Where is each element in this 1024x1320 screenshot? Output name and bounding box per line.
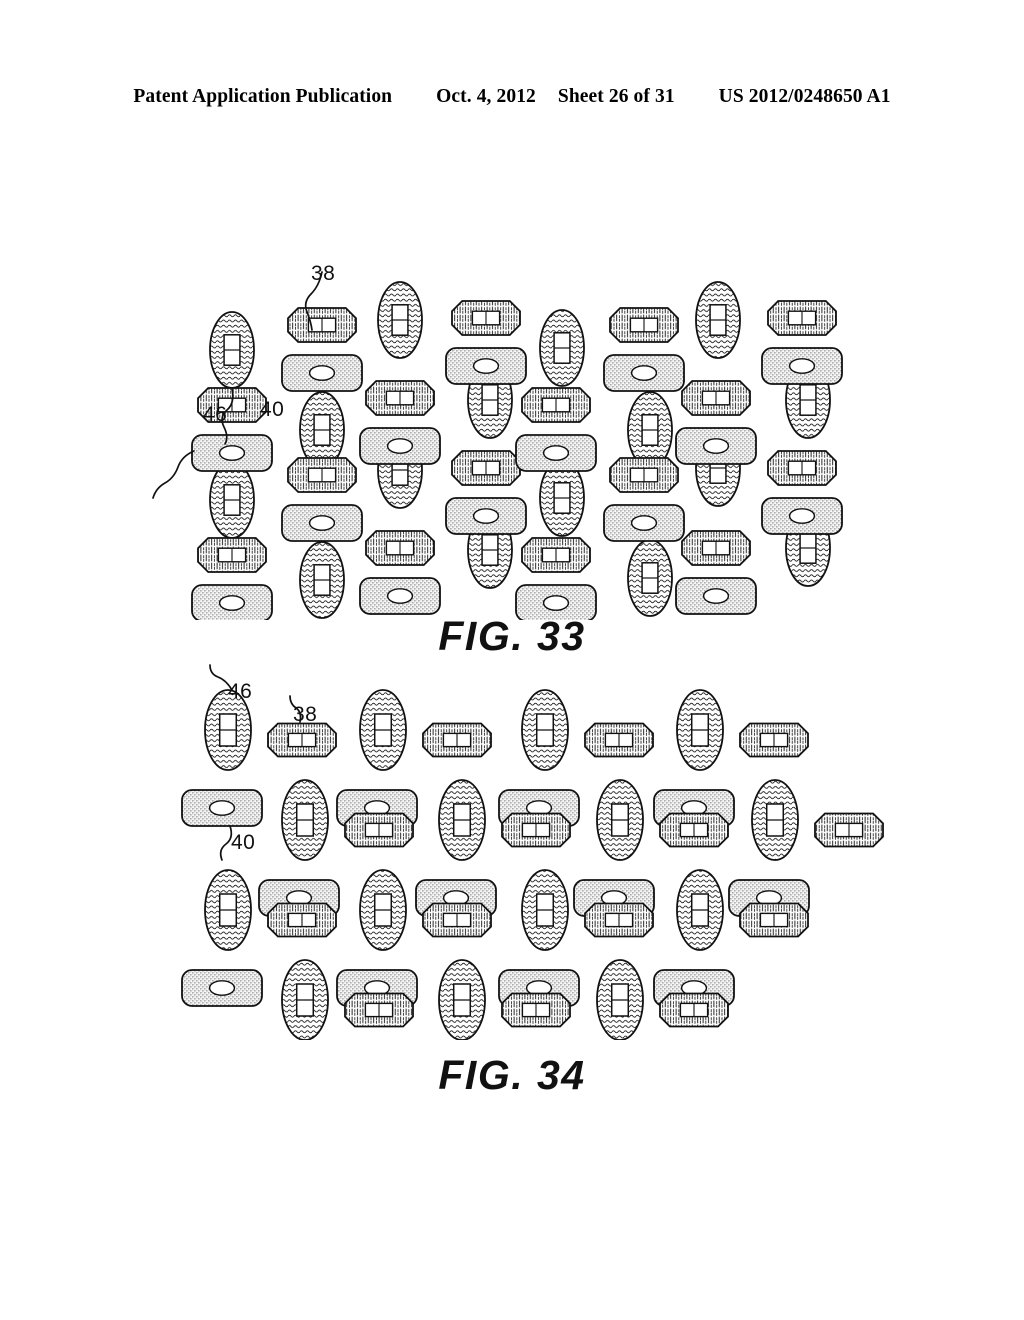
figure-33-shape-group: [191, 281, 843, 620]
matrix-element-38: [814, 812, 884, 848]
matrix-element-38: [501, 812, 571, 848]
matrix-element-40: [515, 434, 597, 472]
matrix-element-38: [767, 450, 837, 486]
matrix-element-38: [287, 307, 357, 343]
fiber-element-46: [204, 869, 252, 951]
reference-label-46-fig33: 46: [203, 403, 228, 426]
matrix-element-38: [659, 992, 729, 1028]
matrix-element-38: [422, 722, 492, 758]
fiber-element-46: [596, 959, 644, 1040]
matrix-element-38: [521, 387, 591, 423]
header-sheet: Sheet 26 of 31: [557, 86, 675, 107]
matrix-element-38: [659, 812, 729, 848]
figure-33-caption: FIG. 33: [438, 613, 586, 659]
fiber-element-46: [676, 689, 724, 771]
fiber-element-46: [751, 779, 799, 861]
header-document-number: US 2012/0248650 A1: [718, 86, 891, 107]
matrix-element-38: [451, 450, 521, 486]
matrix-element-40: [761, 497, 843, 535]
matrix-element-38: [681, 530, 751, 566]
matrix-element-38: [451, 300, 521, 336]
figure-33-drawing: [0, 230, 1024, 620]
matrix-element-38: [584, 722, 654, 758]
matrix-element-38: [365, 530, 435, 566]
figure-34-shape-group: [181, 689, 884, 1040]
matrix-element-38: [739, 722, 809, 758]
figure-34-drawing: [0, 660, 1024, 1040]
fiber-element-46: [359, 869, 407, 951]
fiber-element-46: [209, 461, 255, 539]
matrix-element-40: [181, 969, 263, 1007]
reference-label-38-fig33: 38: [311, 262, 336, 285]
matrix-element-38: [344, 812, 414, 848]
fiber-element-46: [695, 281, 741, 359]
matrix-element-40: [445, 497, 527, 535]
fiber-element-46: [281, 959, 329, 1040]
fiber-element-46: [596, 779, 644, 861]
header-publication: Patent Application Publication: [133, 86, 393, 107]
figure-34-caption: FIG. 34: [438, 1052, 586, 1098]
matrix-element-38: [501, 992, 571, 1028]
matrix-element-38: [422, 902, 492, 938]
matrix-element-40: [675, 577, 757, 615]
fiber-element-46: [377, 281, 423, 359]
reference-label-46-fig34: 46: [228, 680, 253, 703]
matrix-element-40: [675, 427, 757, 465]
matrix-element-40: [359, 577, 441, 615]
fiber-element-46: [438, 779, 486, 861]
matrix-element-38: [767, 300, 837, 336]
fiber-element-46: [627, 539, 673, 617]
fiber-element-46: [539, 309, 585, 387]
fiber-element-46: [627, 391, 673, 469]
fiber-element-46: [521, 869, 569, 951]
reference-label-40-fig33: 40: [260, 398, 285, 421]
fiber-element-46: [359, 689, 407, 771]
fiber-element-46: [281, 779, 329, 861]
matrix-element-40: [359, 427, 441, 465]
matrix-element-38: [681, 380, 751, 416]
reference-label-38-fig34: 38: [293, 703, 318, 726]
matrix-element-40: [603, 504, 685, 542]
matrix-element-40: [181, 789, 263, 827]
matrix-element-38: [584, 902, 654, 938]
page-header: Patent Application Publication Oct. 4, 2…: [0, 86, 1024, 112]
matrix-element-38: [609, 307, 679, 343]
matrix-element-38: [521, 537, 591, 573]
matrix-element-38: [365, 380, 435, 416]
fiber-element-46: [521, 689, 569, 771]
matrix-element-38: [344, 992, 414, 1028]
matrix-element-40: [761, 347, 843, 385]
fiber-element-46: [676, 869, 724, 951]
matrix-element-40: [603, 354, 685, 392]
matrix-element-38: [739, 902, 809, 938]
matrix-element-38: [267, 902, 337, 938]
matrix-element-38: [287, 457, 357, 493]
fiber-element-46: [209, 311, 255, 389]
matrix-element-40: [445, 347, 527, 385]
matrix-element-38: [267, 722, 337, 758]
header-date: Oct. 4, 2012: [436, 86, 536, 107]
fiber-element-46: [299, 541, 345, 619]
fiber-element-46: [438, 959, 486, 1040]
matrix-element-40: [281, 504, 363, 542]
fiber-element-46: [299, 391, 345, 469]
reference-label-40-fig34: 40: [231, 831, 256, 854]
matrix-element-38: [197, 537, 267, 573]
matrix-element-40: [191, 434, 273, 472]
matrix-element-40: [281, 354, 363, 392]
matrix-element-38: [609, 457, 679, 493]
